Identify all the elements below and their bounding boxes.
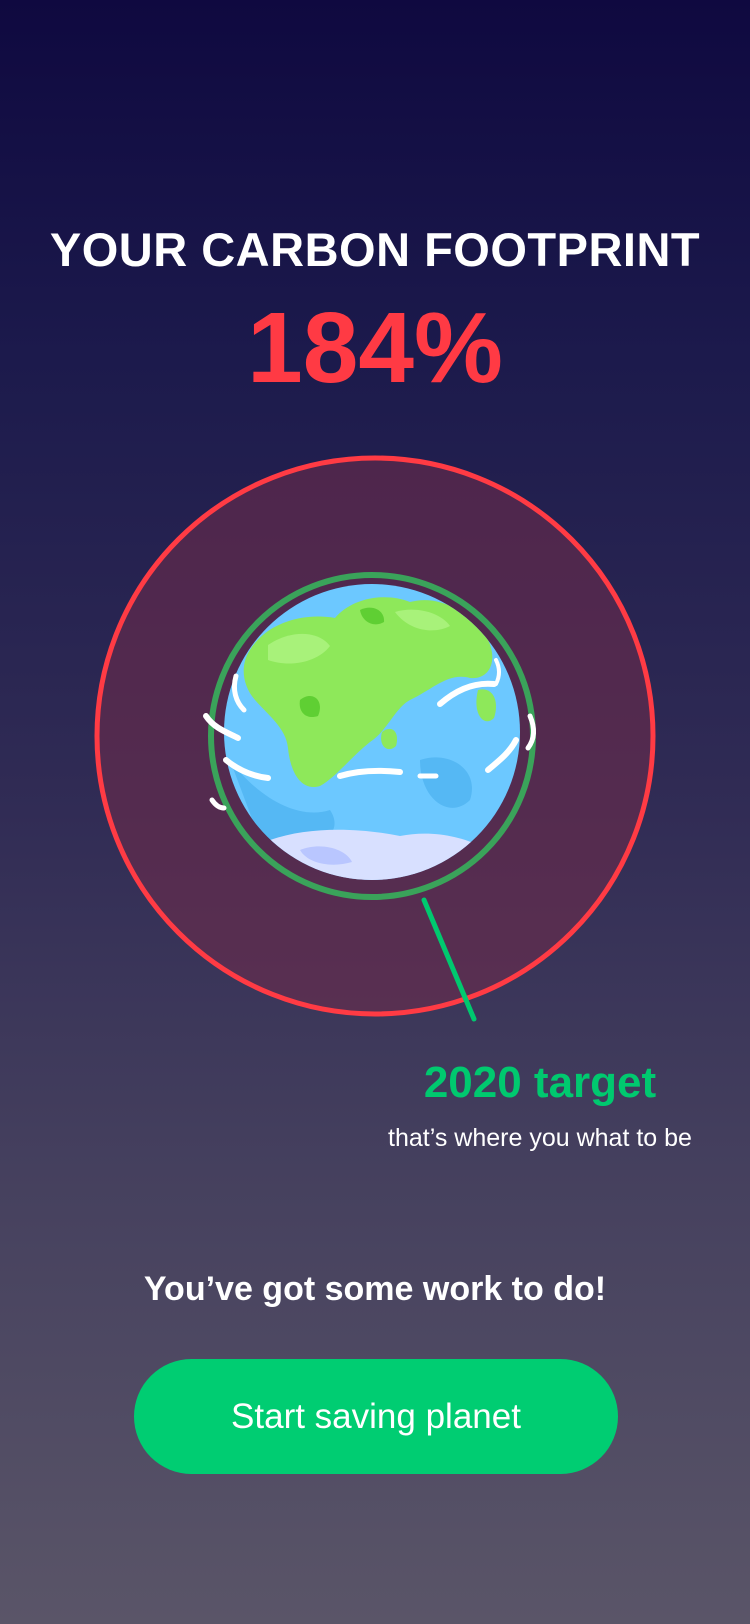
start-saving-button[interactable]: Start saving planet	[134, 1359, 618, 1474]
earth-globe-icon	[203, 584, 537, 880]
footprint-percent: 184%	[247, 292, 503, 404]
target-subtitle: that’s where you what to be	[388, 1124, 692, 1152]
target-ring	[208, 572, 536, 900]
footprint-circle	[94, 455, 656, 1017]
carbon-footprint-screen: YOUR CARBON FOOTPRINT 184% 2020 target t…	[0, 0, 750, 1624]
status-message: You’ve got some work to do!	[143, 1270, 607, 1308]
target-label: 2020 target	[423, 1058, 657, 1107]
page-title: YOUR CARBON FOOTPRINT	[49, 223, 701, 276]
target-pointer-line	[421, 897, 477, 1022]
